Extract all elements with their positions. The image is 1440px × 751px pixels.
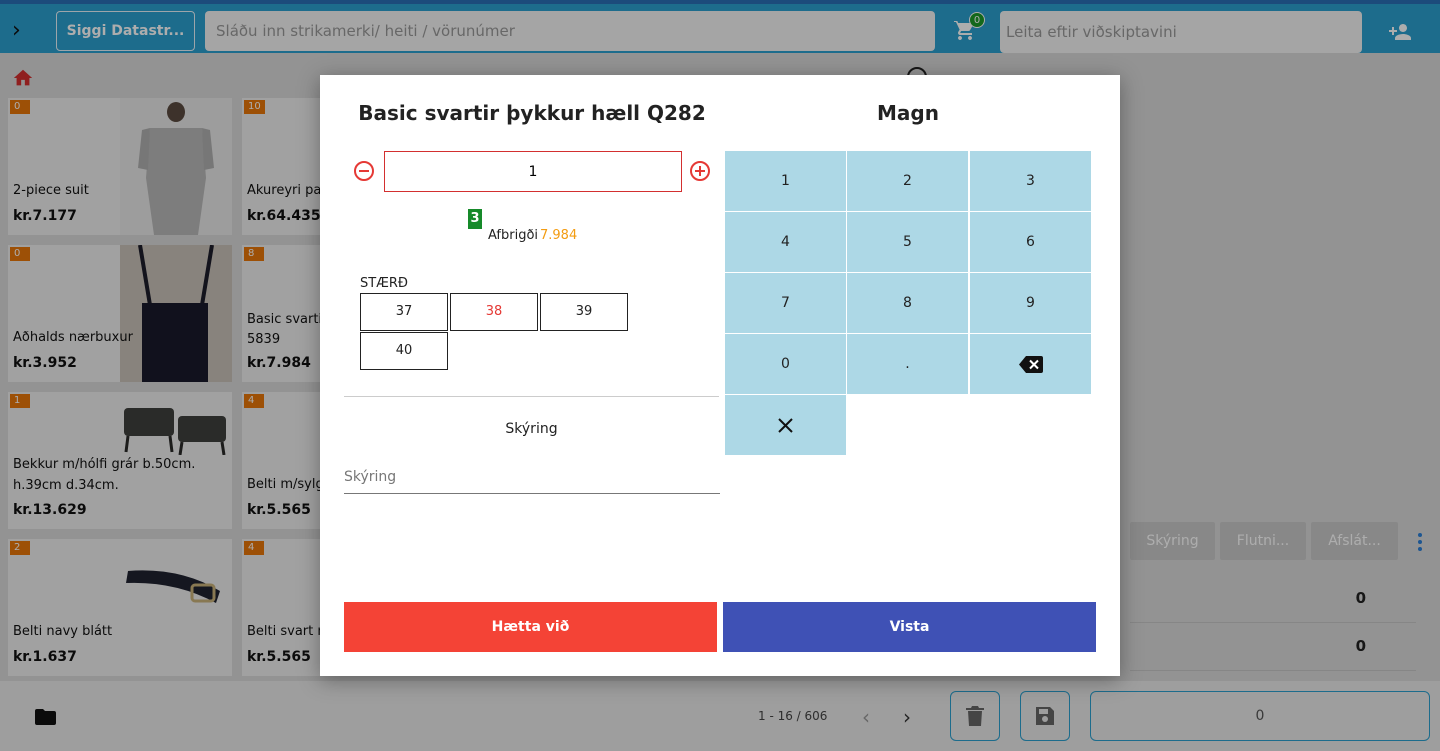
key-clear[interactable] bbox=[725, 395, 846, 455]
key-0[interactable]: 0 bbox=[725, 334, 846, 394]
dialog-quantity-title: Magn bbox=[877, 101, 939, 125]
size-option-selected[interactable]: 38 bbox=[450, 293, 538, 331]
variant-price: 7.984 bbox=[540, 228, 578, 243]
size-option[interactable]: 39 bbox=[540, 293, 628, 331]
key-6[interactable]: 6 bbox=[970, 212, 1091, 272]
minus-circle-icon[interactable] bbox=[354, 161, 374, 181]
plus-circle-icon[interactable] bbox=[690, 161, 710, 181]
key-9[interactable]: 9 bbox=[970, 273, 1091, 333]
cancel-button[interactable]: Hætta við bbox=[344, 602, 717, 652]
key-5[interactable]: 5 bbox=[847, 212, 968, 272]
size-option[interactable]: 37 bbox=[360, 293, 448, 331]
divider bbox=[344, 396, 719, 397]
backspace-icon bbox=[1019, 356, 1043, 373]
key-8[interactable]: 8 bbox=[847, 273, 968, 333]
description-heading: Skýring bbox=[505, 421, 558, 437]
variant-stock-badge: 3 bbox=[468, 209, 482, 229]
size-option[interactable]: 40 bbox=[360, 332, 448, 370]
description-input[interactable]: Skýring bbox=[344, 469, 720, 494]
quantity-dialog: Basic svartir þykkur hæll Q282 Magn 1 3 … bbox=[320, 75, 1120, 676]
variant-label: Afbrigði bbox=[488, 228, 539, 243]
key-2[interactable]: 2 bbox=[847, 151, 968, 211]
key-3[interactable]: 3 bbox=[970, 151, 1091, 211]
clear-icon bbox=[778, 418, 793, 433]
quantity-input[interactable]: 1 bbox=[384, 151, 682, 192]
key-backspace[interactable] bbox=[970, 334, 1091, 394]
dialog-product-title: Basic svartir þykkur hæll Q282 bbox=[358, 101, 706, 125]
key-7[interactable]: 7 bbox=[725, 273, 846, 333]
size-label: STÆRÐ bbox=[360, 276, 408, 291]
key-4[interactable]: 4 bbox=[725, 212, 846, 272]
save-button[interactable]: Vista bbox=[723, 602, 1096, 652]
key-dot[interactable]: . bbox=[847, 334, 968, 394]
key-1[interactable]: 1 bbox=[725, 151, 846, 211]
